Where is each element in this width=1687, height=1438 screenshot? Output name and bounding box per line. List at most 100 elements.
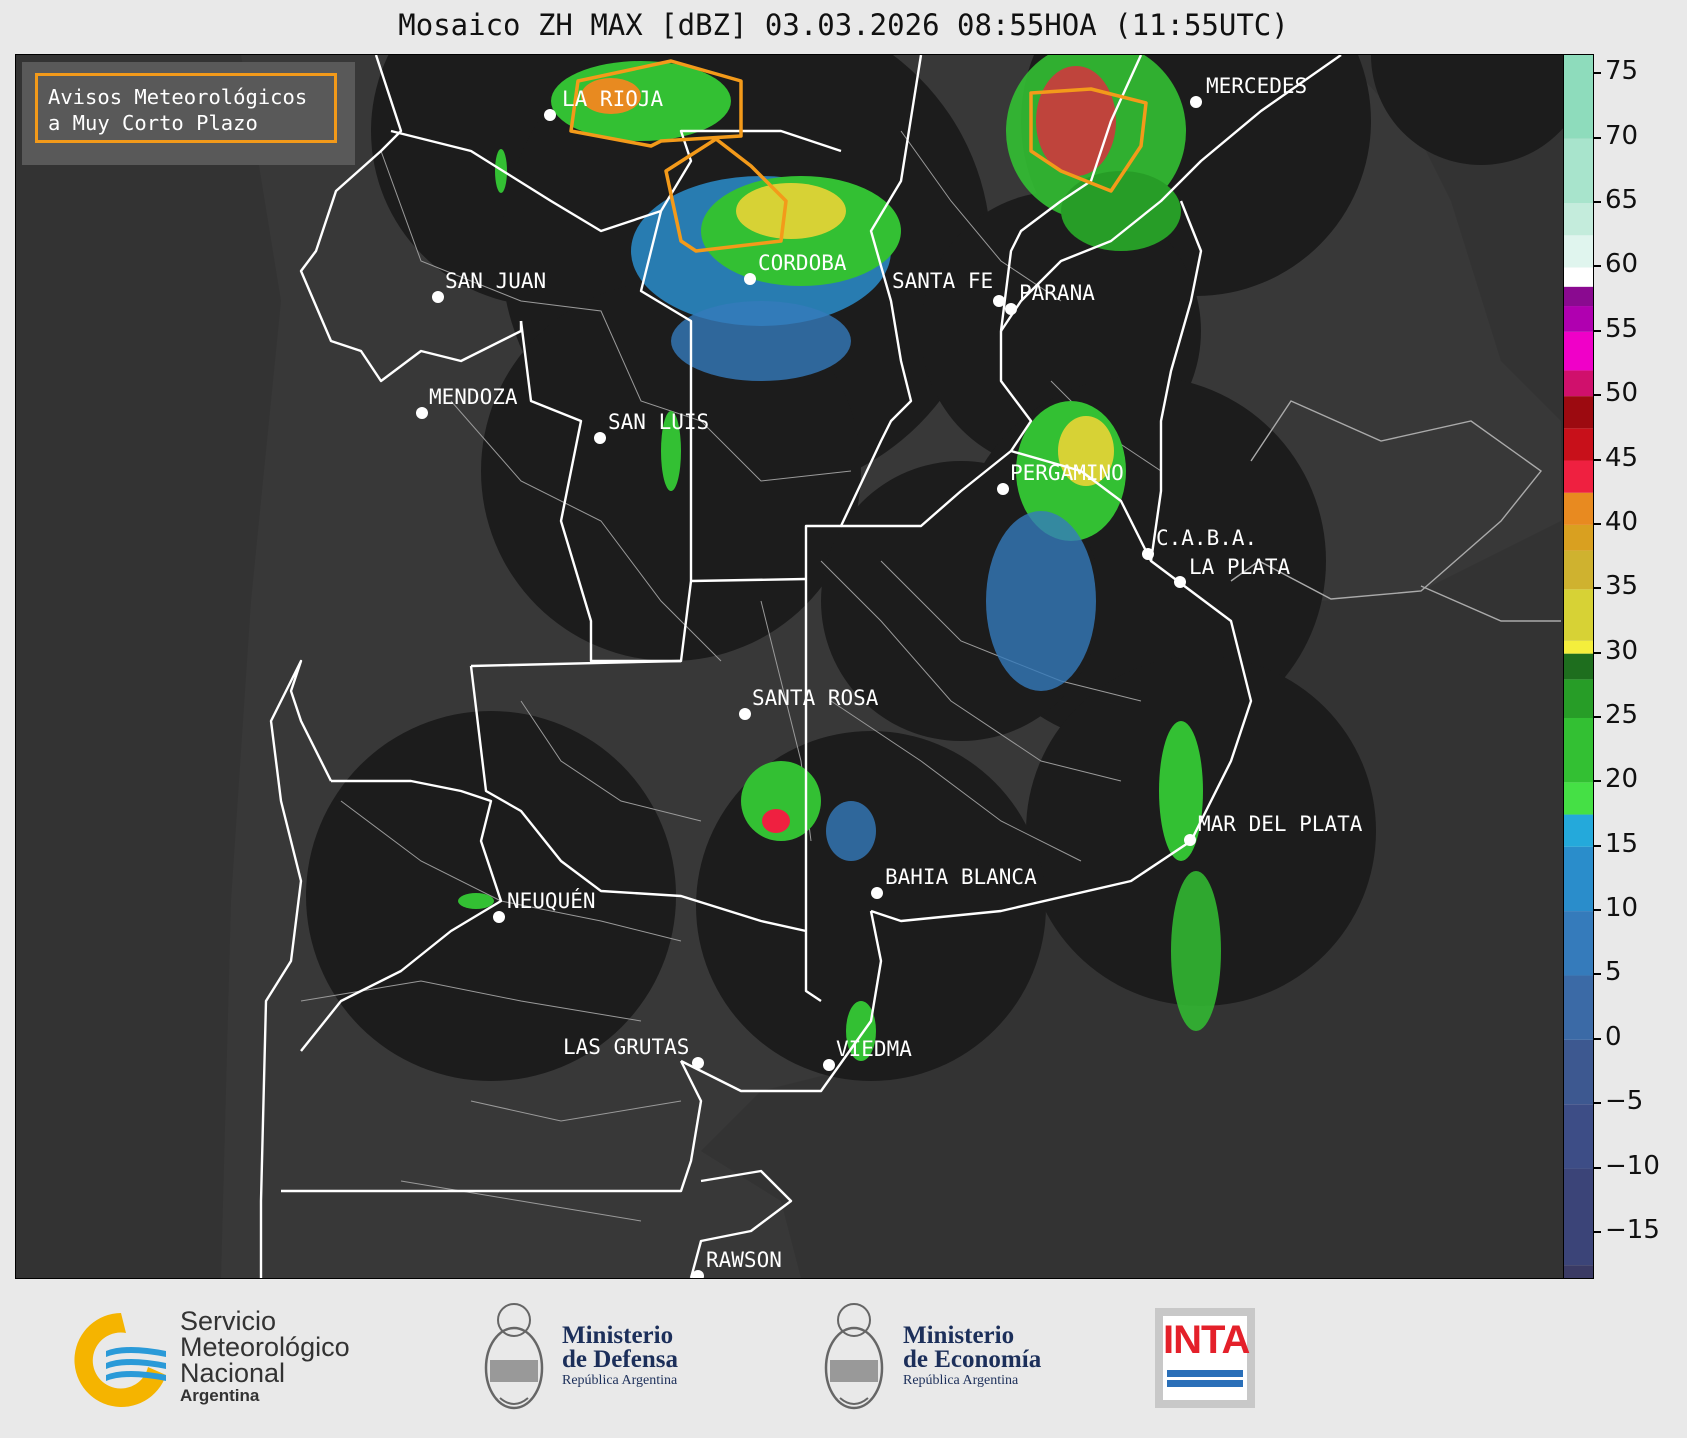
colorbar-tick-label: 30 <box>1605 635 1639 666</box>
colorbar-tick-label: 5 <box>1605 957 1622 988</box>
smn-line3: Nacional <box>180 1358 286 1388</box>
colorbar-tick-label: 65 <box>1605 185 1639 216</box>
colorbar-band <box>1564 679 1593 718</box>
colorbar-tick <box>1593 1230 1601 1233</box>
colorbar-band <box>1564 846 1593 912</box>
inta-logo-text: INTA <box>1163 1318 1250 1362</box>
colorbar-tick <box>1593 136 1601 139</box>
colorbar-band <box>1564 428 1593 461</box>
colorbar-tick-label: −10 <box>1605 1150 1660 1181</box>
city-label: SAN LUIS <box>608 410 709 434</box>
colorbar-band <box>1564 589 1593 641</box>
colorbar-tick <box>1593 458 1601 461</box>
city-marker <box>416 407 428 419</box>
smn-line1: Servicio <box>180 1306 277 1336</box>
colorbar-tick-label: 55 <box>1605 313 1639 344</box>
colorbar-band <box>1564 717 1593 783</box>
colorbar-band <box>1564 653 1593 680</box>
footer-logos: Servicio Meteorológico Nacional Argentin… <box>0 1280 1687 1438</box>
colorbar-band <box>1564 524 1593 551</box>
city-label: LA PLATA <box>1189 555 1291 579</box>
colorbar-band <box>1564 1104 1593 1169</box>
city-label: SAN JUAN <box>445 269 546 293</box>
colorbar-tick-label: 25 <box>1605 699 1639 730</box>
colorbar-tick <box>1593 265 1601 268</box>
colorbar-band <box>1564 370 1593 397</box>
coat-of-arms-icon <box>484 1303 544 1410</box>
colorbar-tick-label: 75 <box>1605 56 1639 87</box>
city-marker <box>1174 576 1186 588</box>
colorbar-tick <box>1593 973 1601 976</box>
colorbar-band <box>1564 306 1593 332</box>
economia-line1: Ministerio <box>903 1322 1015 1349</box>
colorbar-tick-label: 20 <box>1605 764 1639 795</box>
city-label: MERCEDES <box>1206 74 1307 98</box>
city-marker <box>1184 834 1196 846</box>
colorbar-band <box>1564 1168 1593 1266</box>
defensa-line1: Ministerio <box>562 1322 674 1349</box>
city-marker <box>823 1059 835 1071</box>
radar-map[interactable]: LA RIOJA MERCEDES CORDOBA SAN JUAN SANTA FE P… <box>15 54 1564 1279</box>
colorbar-band <box>1564 640 1593 654</box>
city-label: MENDOZA <box>429 385 518 409</box>
colorbar-band <box>1564 975 1593 1040</box>
inta-logo-icon: INTA <box>1155 1308 1255 1408</box>
colorbar-band <box>1564 267 1593 287</box>
city-marker <box>739 708 751 720</box>
defensa-line2: de Defensa <box>562 1346 678 1373</box>
economia-line2: de Economía <box>903 1346 1042 1373</box>
smn-logo-text: Servicio Meteorológico Nacional Argentin… <box>180 1308 350 1406</box>
colorbar-tick-label: 40 <box>1605 506 1639 537</box>
colorbar-band <box>1564 492 1593 525</box>
colorbar-tick-label: 0 <box>1605 1021 1622 1052</box>
city-label: PARANA <box>1019 281 1095 305</box>
economia-logo-text: Ministerio de Economía República Argenti… <box>903 1322 1042 1390</box>
colorbar-band <box>1564 814 1593 847</box>
coat-of-arms-icon <box>824 1303 884 1410</box>
colorbar-tick-label: 70 <box>1605 120 1639 151</box>
economia-line3: República Argentina <box>903 1373 1019 1388</box>
colorbar-tick-label: 60 <box>1605 249 1639 280</box>
colorbar-tick-label: 10 <box>1605 893 1639 924</box>
city-marker <box>432 291 444 303</box>
city-label: MAR DEL PLATA <box>1198 812 1363 836</box>
city-label: LA RIOJA <box>562 87 664 111</box>
colorbar-tick-label: 35 <box>1605 571 1639 602</box>
colorbar-tick <box>1593 522 1601 525</box>
colorbar-band <box>1564 203 1593 236</box>
colorbar-band <box>1564 138 1593 204</box>
colorbar-tick-label: 50 <box>1605 378 1639 409</box>
colorbar-tick <box>1593 1166 1601 1169</box>
colorbar-tick-label: 45 <box>1605 442 1639 473</box>
colorbar-band <box>1564 286 1593 307</box>
city-marker <box>993 295 1005 307</box>
smn-logo-icon <box>74 1313 166 1407</box>
city-marker <box>1142 548 1154 560</box>
colorbar-tick <box>1593 329 1601 332</box>
colorbar-tick <box>1593 201 1601 204</box>
colorbar-tick <box>1593 1102 1601 1105</box>
warning-legend: Avisos Meteorológicos a Muy Corto Plazo <box>35 73 337 143</box>
colorbar-tick <box>1593 72 1601 75</box>
city-marker <box>493 911 505 923</box>
defensa-line3: República Argentina <box>562 1373 678 1388</box>
colorbar-tick-label: −15 <box>1605 1214 1660 1245</box>
smn-line4: Argentina <box>180 1386 260 1405</box>
city-label: PERGAMINO <box>1010 461 1124 485</box>
colorbar-tick <box>1593 715 1601 718</box>
city-label: CORDOBA <box>758 251 847 275</box>
colorbar-tick <box>1593 844 1601 847</box>
colorbar-band <box>1564 396 1593 429</box>
colorbar-band <box>1564 55 1593 139</box>
defensa-logo-text: Ministerio de Defensa República Argentin… <box>562 1322 678 1390</box>
city-marker <box>544 109 556 121</box>
colorbar-band <box>1564 331 1593 371</box>
city-label: BAHIA BLANCA <box>885 865 1037 889</box>
city-label: RAWSON <box>706 1248 782 1272</box>
colorbar-tick <box>1593 394 1601 397</box>
city-label: NEUQUÉN <box>507 888 596 913</box>
colorbar-band <box>1564 782 1593 815</box>
colorbar-tick <box>1593 1037 1601 1040</box>
colorbar-tick <box>1593 780 1601 783</box>
city-label: LAS GRUTAS <box>563 1035 689 1059</box>
